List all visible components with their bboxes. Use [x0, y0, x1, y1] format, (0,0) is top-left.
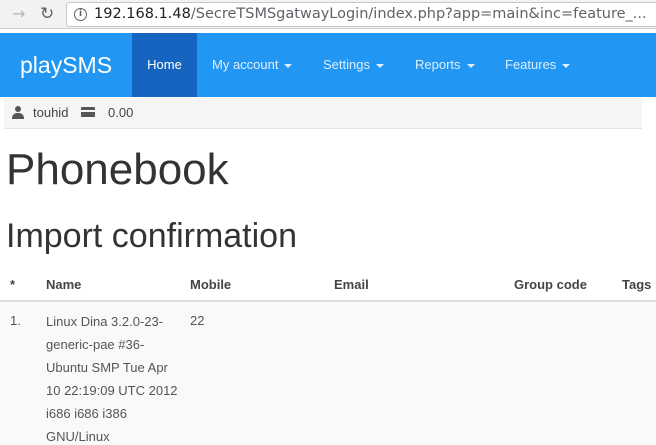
nav-features-label: Features: [505, 57, 557, 72]
nav-reports-label: Reports: [415, 57, 461, 72]
row-name-line: GNU/Linux: [46, 429, 110, 444]
column-header-index: *: [10, 277, 16, 292]
page-title: Phonebook: [6, 145, 229, 194]
caret-down-icon: [375, 63, 384, 68]
user-info-bar: touhid 0.00: [4, 98, 642, 129]
row-name-line: 10 22:19:09 UTC 2012: [46, 383, 178, 398]
caret-down-icon: [284, 63, 293, 68]
row-mobile: 22: [190, 313, 205, 328]
column-header-mobile: Mobile: [190, 277, 232, 292]
url-text[interactable]: 192.168.1.48/SecreTSMSgatwayLogin/index.…: [94, 6, 647, 22]
nav-settings-label: Settings: [323, 57, 370, 72]
column-header-email: Email: [334, 277, 369, 292]
top-navbar: playSMS Home My account Settings Reports…: [0, 33, 656, 97]
url-path: /SecreTSMSgatwayLogin/index.php?app=main…: [190, 6, 647, 22]
nav-features[interactable]: Features: [505, 33, 571, 97]
nav-my-account[interactable]: My account: [212, 33, 293, 97]
caret-down-icon: [466, 63, 475, 68]
brand-logo[interactable]: playSMS: [20, 52, 112, 79]
reload-icon[interactable]: ↻: [40, 5, 58, 23]
nav-settings[interactable]: Settings: [323, 33, 384, 97]
caret-down-icon: [562, 63, 571, 68]
row-name-line: Linux Dina 3.2.0-23-: [46, 314, 164, 329]
info-icon[interactable]: i: [74, 8, 87, 21]
row-name-line: i686 i686 i386: [46, 406, 127, 421]
nav-reports[interactable]: Reports: [415, 33, 475, 97]
nav-my-account-label: My account: [212, 57, 279, 72]
row-name-line: generic-pae #36-: [46, 337, 145, 352]
credit-card-icon: [81, 107, 95, 117]
browser-toolbar: → ↻ i 192.168.1.48/SecreTSMSgatwayLogin/…: [0, 0, 656, 29]
row-index: 1.: [10, 313, 21, 328]
column-header-name: Name: [46, 277, 82, 292]
row-name: Linux Dina 3.2.0-23- generic-pae #36- Ub…: [46, 310, 186, 445]
nav-home-label: Home: [147, 57, 182, 72]
url-host: 192.168.1.48: [94, 6, 191, 22]
credit-balance: 0.00: [108, 105, 134, 120]
column-header-group-code: Group code: [514, 277, 587, 292]
username[interactable]: touhid: [33, 105, 68, 120]
user-icon: [12, 106, 24, 119]
address-bar[interactable]: i 192.168.1.48/SecreTSMSgatwayLogin/inde…: [66, 2, 656, 27]
column-header-tags: Tags: [622, 277, 652, 292]
forward-arrow-icon[interactable]: →: [12, 5, 30, 23]
page-subtitle: Import confirmation: [6, 217, 297, 255]
nav-home[interactable]: Home: [132, 33, 197, 97]
row-name-line: Ubuntu SMP Tue Apr: [46, 360, 168, 375]
